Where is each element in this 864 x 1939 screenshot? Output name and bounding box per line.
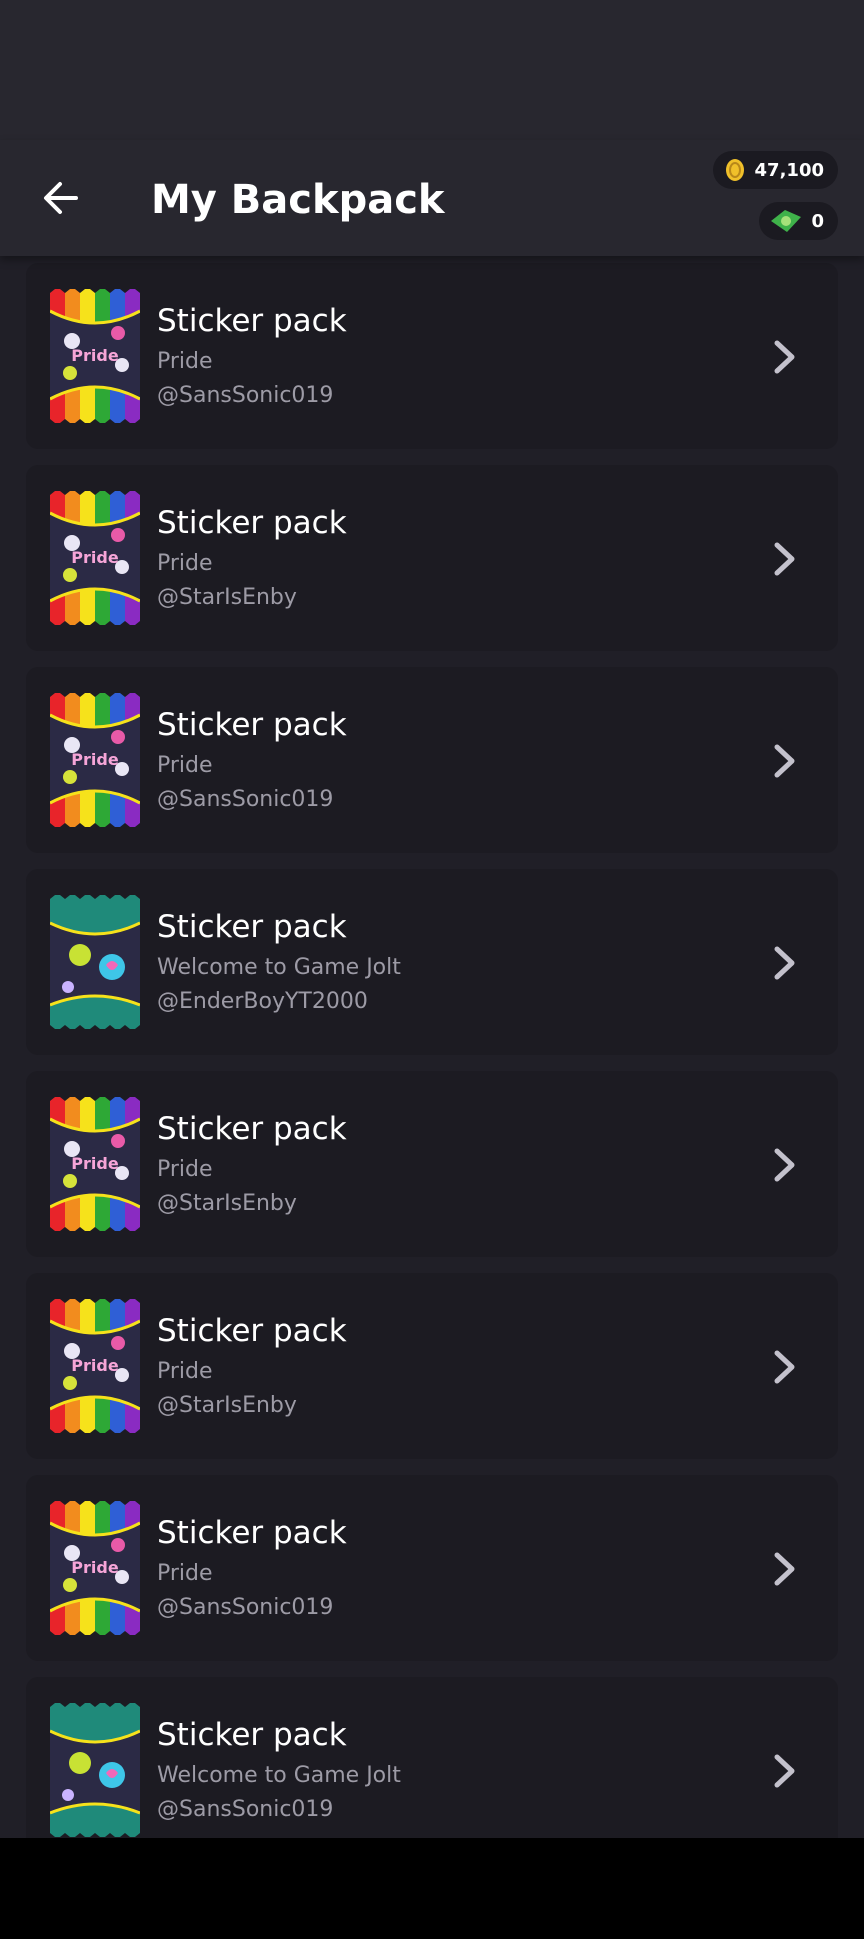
- pride-pack-icon: Pride: [50, 1501, 140, 1635]
- chevron-right-icon: [774, 744, 795, 778]
- item-owner: @StarIsEnby: [157, 1393, 297, 1418]
- pride-pack-icon: Pride: [50, 491, 140, 625]
- coin-icon: [725, 159, 744, 181]
- svg-text:Pride: Pride: [71, 1154, 119, 1173]
- joltbux-amount: 0: [811, 210, 824, 232]
- svg-text:Pride: Pride: [71, 750, 119, 769]
- svg-text:Pride: Pride: [71, 346, 119, 365]
- chevron-right-icon: [774, 1754, 795, 1788]
- backpack-item[interactable]: Pride Sticker pack Pride @SansSonic019: [26, 667, 838, 853]
- item-name: Sticker pack: [157, 303, 347, 339]
- item-pack-name: Welcome to Game Jolt: [157, 955, 401, 980]
- coin-balance[interactable]: 47,100: [712, 151, 838, 189]
- item-pack-name: Pride: [157, 1561, 213, 1586]
- item-owner: @SansSonic019: [157, 383, 334, 408]
- item-owner: @StarIsEnby: [157, 585, 297, 610]
- backpack-item[interactable]: Sticker pack Welcome to Game Jolt @Ender…: [26, 869, 838, 1055]
- item-name: Sticker pack: [157, 505, 347, 541]
- item-name: Sticker pack: [157, 909, 347, 945]
- item-pack-name: Pride: [157, 1359, 213, 1384]
- pride-pack-icon: Pride: [50, 289, 140, 423]
- chevron-right-icon: [774, 542, 795, 576]
- system-nav-bar: [0, 1838, 864, 1939]
- backpack-item[interactable]: Sticker pack Welcome to Game Jolt @SansS…: [26, 1677, 838, 1838]
- welcome-pack-icon: [50, 895, 140, 1029]
- pride-pack-icon: Pride: [50, 693, 140, 827]
- backpack-item-list[interactable]: Pride Sticker pack Pride @SansSonic019 P…: [0, 256, 864, 1838]
- item-pack-name: Pride: [157, 551, 213, 576]
- item-owner: @SansSonic019: [157, 1797, 334, 1822]
- chevron-right-icon: [774, 1552, 795, 1586]
- item-name: Sticker pack: [157, 1717, 347, 1753]
- item-owner: @StarIsEnby: [157, 1191, 297, 1216]
- backpack-item[interactable]: Pride Sticker pack Pride @StarIsEnby: [26, 1071, 838, 1257]
- item-pack-name: Pride: [157, 1157, 213, 1182]
- svg-text:Pride: Pride: [71, 548, 119, 567]
- backpack-item[interactable]: Pride Sticker pack Pride @SansSonic019: [26, 1475, 838, 1661]
- item-name: Sticker pack: [157, 1515, 347, 1551]
- arrow-left-icon: [44, 182, 78, 214]
- item-owner: @SansSonic019: [157, 787, 334, 812]
- item-name: Sticker pack: [157, 707, 347, 743]
- svg-text:Pride: Pride: [71, 1356, 119, 1375]
- backpack-item[interactable]: Pride Sticker pack Pride @SansSonic019: [26, 263, 838, 449]
- coin-amount: 47,100: [754, 159, 824, 181]
- pride-pack-icon: Pride: [50, 1299, 140, 1433]
- chevron-right-icon: [774, 340, 795, 374]
- item-pack-name: Welcome to Game Jolt: [157, 1763, 401, 1788]
- item-name: Sticker pack: [157, 1111, 347, 1147]
- back-button[interactable]: [28, 170, 92, 226]
- chevron-right-icon: [774, 946, 795, 980]
- status-bar-area: [0, 0, 864, 140]
- item-pack-name: Pride: [157, 753, 213, 778]
- svg-text:Pride: Pride: [71, 1558, 119, 1577]
- item-pack-name: Pride: [157, 349, 213, 374]
- item-owner: @SansSonic019: [157, 1595, 334, 1620]
- page-title: My Backpack: [151, 177, 445, 223]
- chevron-right-icon: [774, 1148, 795, 1182]
- app-header: My Backpack 47,100 0: [0, 140, 864, 256]
- joltbux-icon: [771, 210, 802, 232]
- joltbux-balance[interactable]: 0: [759, 202, 838, 240]
- backpack-item[interactable]: Pride Sticker pack Pride @StarIsEnby: [26, 465, 838, 651]
- chevron-right-icon: [774, 1350, 795, 1384]
- welcome-pack-icon: [50, 1703, 140, 1837]
- backpack-item[interactable]: Pride Sticker pack Pride @StarIsEnby: [26, 1273, 838, 1459]
- pride-pack-icon: Pride: [50, 1097, 140, 1231]
- item-owner: @EnderBoyYT2000: [157, 989, 368, 1014]
- item-name: Sticker pack: [157, 1313, 347, 1349]
